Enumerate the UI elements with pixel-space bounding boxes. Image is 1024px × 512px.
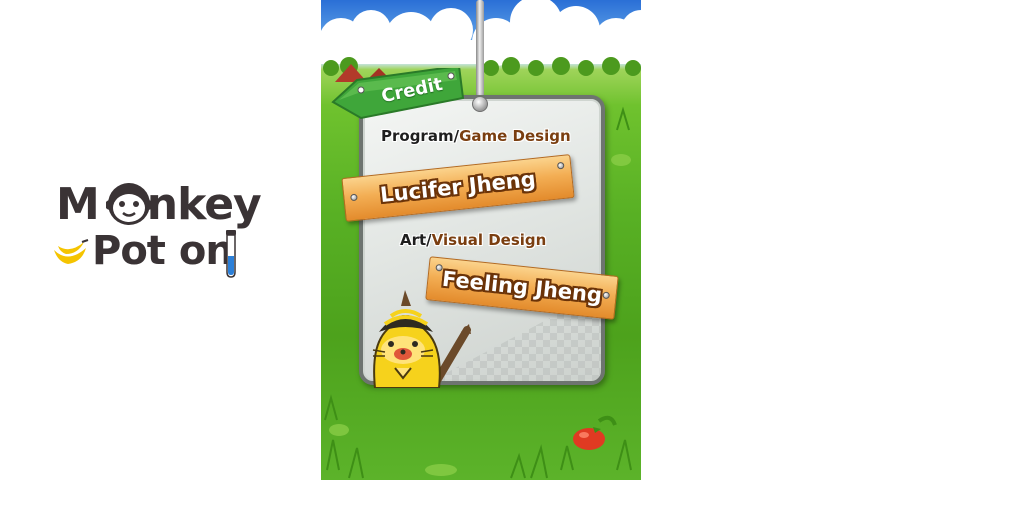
role-program-game-design: Program/Game Design [381, 127, 571, 145]
role-part1: Program/ [381, 127, 460, 145]
logo-line-potion: Pot on [92, 228, 234, 274]
banana-icon [54, 239, 89, 264]
mascot-icon [372, 290, 471, 388]
monkey-potion-logo: Mnkey Pot on [52, 180, 272, 280]
role-part2: Visual Design [431, 231, 547, 249]
game-screen: Credit Program/Game Design Lucifer Jheng… [321, 0, 641, 480]
logo-text-nkey: nkey [146, 179, 262, 230]
monkey-face-icon [106, 183, 152, 225]
role-part1: Art/ [400, 231, 432, 249]
tomato-icon [573, 415, 617, 450]
hanging-rope [476, 0, 484, 104]
role-art-visual-design: Art/Visual Design [400, 231, 546, 249]
credit-sign: Credit [331, 68, 465, 120]
test-tube-icon [226, 230, 236, 278]
rope-ring [472, 96, 488, 112]
logo-line-monkey: Mnkey [56, 179, 262, 230]
logo-text-pot: Pot [92, 228, 166, 274]
logo-text-m: M [56, 179, 100, 230]
role-part2: Game Design [459, 127, 571, 145]
